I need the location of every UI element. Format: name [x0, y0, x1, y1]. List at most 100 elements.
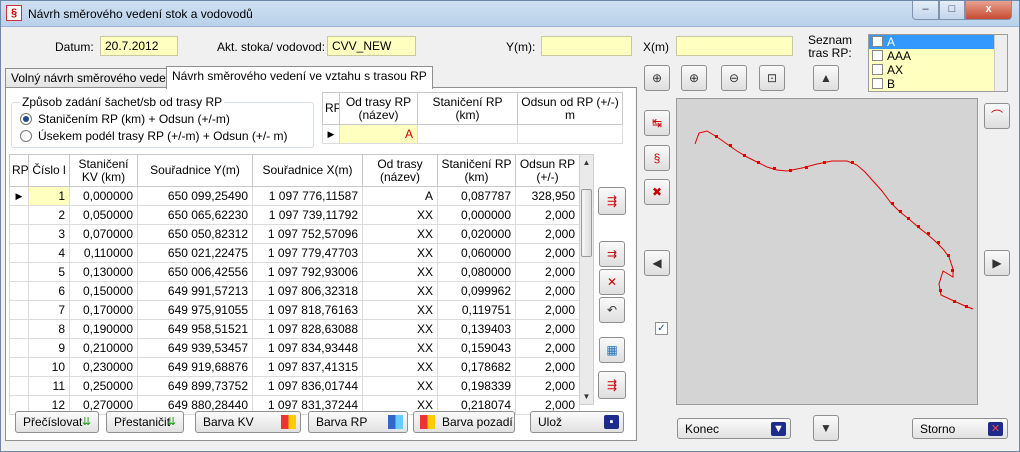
table-cell[interactable]: 0,099962	[437, 281, 516, 301]
table-cell[interactable]: 649 919,68876	[137, 357, 253, 377]
table-cell[interactable]: 0,119751	[437, 300, 516, 320]
zoom-extent-button[interactable]: ⊕	[644, 65, 670, 91]
table-cell[interactable]: 0,020000	[437, 224, 516, 244]
table-cell[interactable]: 0,198339	[437, 376, 516, 396]
table-row[interactable]: 4 0,110000 650 021,22475 1 097 779,47703 XX 0…	[9, 243, 580, 263]
table-cell[interactable]: 649 958,51521	[137, 319, 253, 339]
table-row[interactable]: 7 0,170000 649 975,91055 1 097 818,76163 XX 0…	[9, 300, 580, 320]
table-cell[interactable]: 1 097 818,76163	[252, 300, 363, 320]
tab-navrh-rp[interactable]: Návrh směrového vedení ve vztahu s traso…	[166, 66, 433, 89]
table-row[interactable]: 9 0,210000 649 939,53457 1 097 834,93448 XX 0…	[9, 338, 580, 358]
table-cell[interactable]: 2,000	[515, 281, 580, 301]
column-header[interactable]: Souřadnice X(m)	[252, 154, 363, 187]
od-trasy-cell[interactable]: A	[339, 124, 418, 144]
radio-unselected[interactable]	[20, 130, 32, 142]
column-header[interactable]: Staničení KV (km)	[69, 154, 138, 187]
table-cell[interactable]: 6	[28, 281, 70, 301]
checkbox[interactable]	[872, 50, 883, 61]
table-cell[interactable]: 2,000	[515, 205, 580, 225]
table-cell[interactable]: 328,950	[515, 186, 580, 206]
table-cell[interactable]: 650 021,22475	[137, 243, 253, 263]
delete-row-button[interactable]: ✕	[599, 269, 625, 295]
table-cell[interactable]: 1 097 779,47703	[252, 243, 363, 263]
table-cell[interactable]: 1 097 837,41315	[252, 357, 363, 377]
mode-option-2[interactable]: Úsekem podél trasy RP (+/-m) + Odsun (+/…	[20, 128, 288, 144]
table-cell[interactable]: 1 097 836,01744	[252, 376, 363, 396]
trasy-list[interactable]: A AAA AX B	[868, 34, 1008, 92]
table-row[interactable]: 11 0,250000 649 899,73752 1 097 836,01744 XX…	[9, 376, 580, 396]
checkbox[interactable]	[872, 64, 883, 75]
table-cell[interactable]: 7	[28, 300, 70, 320]
minimize-button[interactable]: –	[912, 1, 939, 20]
pan-right-button[interactable]: ▶	[984, 250, 1010, 276]
barva-pozadi-button[interactable]: Barva pozadí	[413, 411, 515, 433]
table-cell[interactable]: 0,139403	[437, 319, 516, 339]
draw-route-button[interactable]: §	[644, 145, 670, 171]
prestanicit-button[interactable]: Přestaničit ⇊	[106, 411, 184, 433]
table-cell[interactable]: XX	[362, 205, 438, 225]
table-cell[interactable]: 2	[28, 205, 70, 225]
column-header[interactable]: Číslo l	[28, 154, 70, 187]
map-checkbox[interactable]: ✓	[655, 322, 668, 335]
column-header[interactable]: Od trasy RP (název)	[339, 92, 418, 125]
append-row-button[interactable]: ⇶	[598, 371, 626, 399]
table-cell[interactable]: 1 097 834,93448	[252, 338, 363, 358]
pan-up-button[interactable]: ▲	[813, 65, 839, 91]
table-cell[interactable]: 8	[28, 319, 70, 339]
table-cell[interactable]: 2,000	[515, 376, 580, 396]
close-button[interactable]: x	[965, 1, 1012, 20]
table-cell[interactable]: XX	[362, 338, 438, 358]
curve-tool-button[interactable]: ⌒	[984, 103, 1010, 129]
table-cell[interactable]: 649 991,57213	[137, 281, 253, 301]
table-row[interactable]: 6 0,150000 649 991,57213 1 097 806,32318 XX 0…	[9, 281, 580, 301]
table-cell[interactable]: 2,000	[515, 243, 580, 263]
table-cell[interactable]: 10	[28, 357, 70, 377]
table-cell[interactable]: 0,130000	[69, 262, 138, 282]
list-scrollbar[interactable]	[994, 35, 1007, 91]
scroll-down-arrow[interactable]: ▼	[580, 389, 593, 404]
barva-rp-button[interactable]: Barva RP	[308, 411, 408, 433]
scroll-thumb[interactable]	[581, 189, 592, 257]
table-cell[interactable]: 2,000	[515, 319, 580, 339]
table-cell[interactable]: XX	[362, 300, 438, 320]
table-cell[interactable]: 0,190000	[69, 319, 138, 339]
zoom-out-button[interactable]: ⊖	[721, 65, 747, 91]
table-cell[interactable]: 11	[28, 376, 70, 396]
table-cell[interactable]: 0,159043	[437, 338, 516, 358]
table-cell[interactable]: 649 975,91055	[137, 300, 253, 320]
table-cell[interactable]: A	[362, 186, 438, 206]
zoom-window-button[interactable]: ⊡	[759, 65, 785, 91]
map-view[interactable]	[676, 98, 978, 405]
column-header[interactable]: Souřadnice Y(m)	[137, 154, 253, 187]
table-cell[interactable]: XX	[362, 319, 438, 339]
table-row[interactable]: 5 0,130000 650 006,42556 1 097 792,93006 XX 0…	[9, 262, 580, 282]
table-cell[interactable]: XX	[362, 357, 438, 377]
table-cell[interactable]: 2,000	[515, 338, 580, 358]
table-cell[interactable]: 1 097 776,11587	[252, 186, 363, 206]
table-cell[interactable]: 2,000	[515, 224, 580, 244]
column-header[interactable]: Odsun od RP (+/-) m	[517, 92, 623, 125]
table-row[interactable]: 3 0,070000 650 050,82312 1 097 752,57096 XX 0…	[9, 224, 580, 244]
table-cell[interactable]: 650 065,62230	[137, 205, 253, 225]
y-field[interactable]	[541, 36, 632, 56]
column-header[interactable]: RP	[322, 92, 340, 125]
table-cell[interactable]: 0,087787	[437, 186, 516, 206]
table-cell[interactable]: 9	[28, 338, 70, 358]
table-cell[interactable]: 0,000000	[437, 205, 516, 225]
table-cell[interactable]: 1 097 739,11792	[252, 205, 363, 225]
list-item[interactable]: AX	[869, 63, 1007, 77]
konec-button[interactable]: Konec ▼	[677, 418, 791, 439]
stoka-field[interactable]: CVV_NEW	[327, 36, 416, 56]
table-cell[interactable]: 649 939,53457	[137, 338, 253, 358]
storno-button[interactable]: Storno ✕	[912, 418, 1008, 439]
pan-down-button[interactable]: ▼	[813, 415, 839, 441]
table-cell[interactable]: 0,000000	[69, 186, 138, 206]
table-row[interactable]: 10 0,230000 649 919,68876 1 097 837,41315 XX…	[9, 357, 580, 377]
table-row[interactable]: ▶ 1 0,000000 650 099,25490 1 097 776,11587 A 0…	[9, 186, 580, 206]
table-cell[interactable]: 650 006,42556	[137, 262, 253, 282]
precislovat-button[interactable]: Přečíslovat ⇊	[15, 411, 99, 433]
table-cell[interactable]: 650 099,25490	[137, 186, 253, 206]
table-cell[interactable]: 4	[28, 243, 70, 263]
table-cell[interactable]: 1 097 828,63088	[252, 319, 363, 339]
table-cell[interactable]: XX	[362, 224, 438, 244]
